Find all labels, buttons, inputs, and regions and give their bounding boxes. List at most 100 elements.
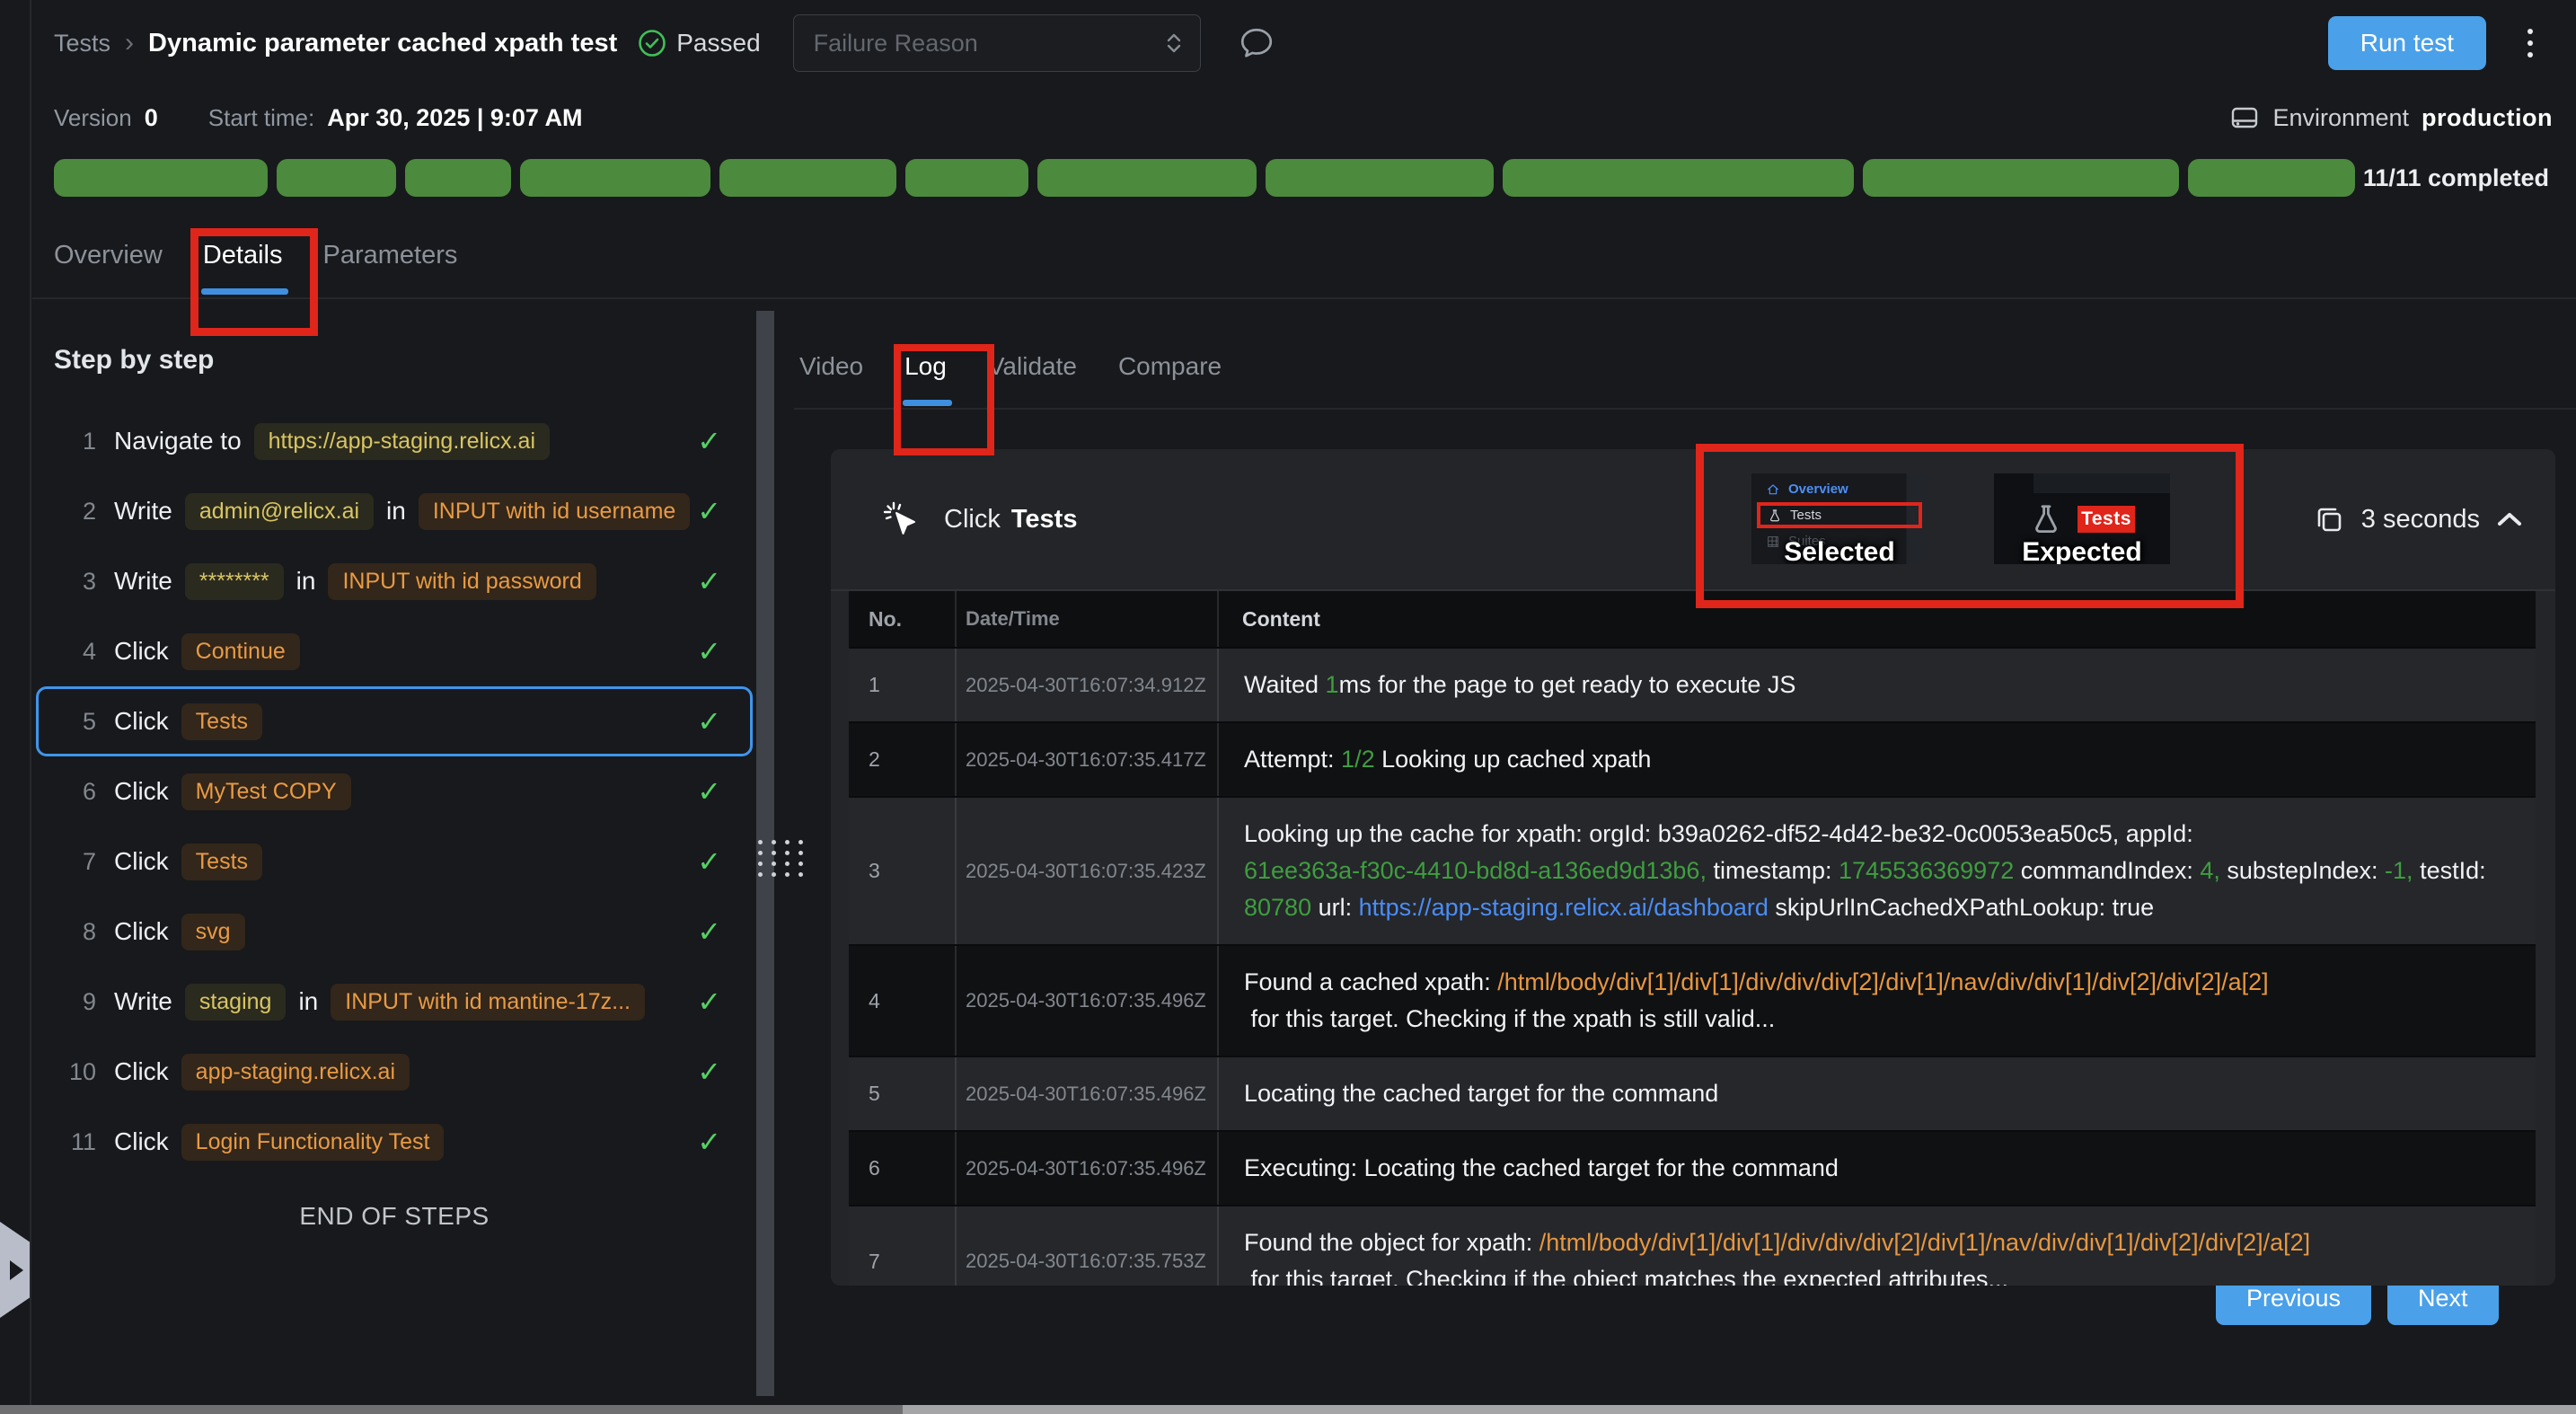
expected-thumbnail[interactable]: Tests Expected — [1994, 473, 2170, 564]
log-table-body: 12025-04-30T16:07:34.912ZWaited 1ms for … — [849, 649, 2536, 1286]
step-target-chip: MyTest COPY — [181, 773, 351, 810]
log-row-content: Looking up the cache for xpath: orgId: b… — [1219, 798, 2536, 944]
log-text: timestamp: — [1707, 853, 1839, 889]
grip-dot — [798, 840, 803, 844]
check-circle-icon — [637, 28, 667, 58]
step-number: 10 — [57, 1058, 96, 1086]
step-row-3[interactable]: 3Write********inINPUT with id password✓ — [36, 546, 753, 616]
log-tabs-divider — [794, 408, 2576, 410]
log-table-header: No. Date/Time Content — [849, 591, 2536, 649]
log-card: Click Tests 3 seconds No. Date/Time Cont… — [831, 449, 2555, 1286]
tab-log[interactable]: Log — [904, 352, 947, 410]
step-row-4[interactable]: 4ClickContinue✓ — [36, 616, 753, 686]
progress-segment-6[interactable] — [905, 159, 1028, 197]
progress-segment-11[interactable] — [2188, 159, 2355, 197]
log-row-time: 2025-04-30T16:07:35.753Z — [957, 1206, 1219, 1286]
duration-label: 3 seconds — [2361, 505, 2480, 535]
horizontal-scrollbar-thumb[interactable] — [0, 1405, 903, 1414]
step-number: 8 — [57, 918, 96, 946]
thumb-menu-label: Overview — [1788, 482, 1848, 497]
log-text: -1, — [2385, 853, 2413, 889]
log-text: skipUrlInCachedXPathLookup: true — [1769, 889, 2154, 926]
tab-parameters[interactable]: Parameters — [323, 241, 458, 298]
step-value-chip: staging — [185, 984, 287, 1021]
environment-icon — [2229, 104, 2260, 131]
step-target-chip: Tests — [181, 703, 262, 740]
progress-segment-7[interactable] — [1037, 159, 1257, 197]
step-check-icon: ✓ — [697, 564, 721, 598]
comment-button[interactable] — [1239, 26, 1275, 60]
selected-thumbnail[interactable]: OverviewTestsSuites Selected — [1751, 473, 1928, 564]
top-bar: Tests › Dynamic parameter cached xpath t… — [32, 0, 2576, 86]
more-options-button[interactable] — [2522, 23, 2538, 63]
step-value-chip: https://app-staging.relicx.ai — [254, 423, 550, 460]
progress-segment-8[interactable] — [1266, 159, 1494, 197]
grip-dot — [758, 872, 763, 877]
step-row-9[interactable]: 9WritestaginginINPUT with id mantine-17z… — [36, 967, 753, 1037]
grip-dot — [798, 872, 803, 877]
expected-label: Expected — [1994, 537, 2170, 564]
step-target-chip: Tests — [181, 844, 262, 880]
log-text: Attempt: — [1244, 741, 1341, 778]
step-action: Click — [114, 1057, 169, 1086]
tab-details[interactable]: Details — [203, 241, 283, 298]
progress-segment-9[interactable] — [1503, 159, 1854, 197]
step-row-1[interactable]: 1Navigate tohttps://app-staging.relicx.a… — [36, 406, 753, 476]
step-row-10[interactable]: 10Clickapp-staging.relicx.ai✓ — [36, 1037, 753, 1107]
breadcrumb-tests-link[interactable]: Tests — [54, 30, 110, 57]
log-row-3: 32025-04-30T16:07:35.423ZLooking up the … — [849, 798, 2536, 946]
step-row-6[interactable]: 6ClickMyTest COPY✓ — [36, 756, 753, 826]
log-text: testId: — [2413, 853, 2493, 889]
log-row-number: 2 — [849, 723, 957, 796]
run-test-button[interactable]: Run test — [2328, 16, 2486, 70]
log-row-number: 7 — [849, 1206, 957, 1286]
progress-segment-10[interactable] — [1863, 159, 2179, 197]
steps-panel: Step by step 1Navigate tohttps://app-sta… — [32, 307, 756, 1231]
log-text: 1 — [1326, 667, 1339, 703]
failure-reason-select[interactable]: Failure Reason — [793, 14, 1201, 72]
step-target-chip: Login Functionality Test — [181, 1124, 445, 1161]
tab-video[interactable]: Video — [799, 352, 863, 410]
log-url-link[interactable]: https://app-staging.relicx.ai/dashboard — [1359, 889, 1769, 926]
progress-segment-3[interactable] — [405, 159, 510, 197]
collapse-chevron-icon[interactable] — [2496, 510, 2523, 528]
step-row-7[interactable]: 7ClickTests✓ — [36, 826, 753, 897]
grip-dot — [772, 851, 776, 855]
step-check-icon: ✓ — [697, 1125, 721, 1159]
progress-segment-2[interactable] — [277, 159, 396, 197]
horizontal-scrollbar-track[interactable] — [903, 1405, 2576, 1414]
panel-resize-handle[interactable] — [757, 835, 804, 880]
grip-dot — [772, 840, 776, 844]
step-number: 5 — [57, 708, 96, 736]
chat-bubble-icon — [1239, 26, 1275, 60]
tab-compare[interactable]: Compare — [1118, 352, 1222, 410]
step-check-icon: ✓ — [697, 985, 721, 1019]
step-row-11[interactable]: 11ClickLogin Functionality Test✓ — [36, 1107, 753, 1177]
start-time-label: Start time: — [208, 104, 314, 132]
progress-segment-5[interactable] — [719, 159, 896, 197]
step-connector: in — [386, 497, 406, 526]
progress-segment-4[interactable] — [520, 159, 710, 197]
log-row-4: 42025-04-30T16:07:35.496ZFound a cached … — [849, 946, 2536, 1057]
expected-thumbnail-row: Tests — [1994, 502, 2170, 536]
tab-overview[interactable]: Overview — [54, 241, 163, 298]
expected-thumbnail-topbar — [2033, 473, 2170, 493]
page-title: Dynamic parameter cached xpath test — [148, 29, 617, 58]
col-content: Content — [1219, 591, 2536, 647]
copy-icon[interactable] — [2313, 503, 2345, 535]
version-label: Version — [54, 104, 132, 132]
log-command: Click Tests — [944, 505, 1077, 535]
step-row-2[interactable]: 2Writeadmin@relicx.aiinINPUT with id use… — [36, 476, 753, 546]
log-text: substepIndex: — [2220, 853, 2385, 889]
progress-segment-1[interactable] — [54, 159, 268, 197]
step-row-5[interactable]: 5ClickTests✓ — [36, 686, 753, 756]
log-text: 4, — [2200, 853, 2220, 889]
log-text: 80780 — [1244, 889, 1311, 926]
tab-validate[interactable]: Validate — [988, 352, 1077, 410]
log-row-2: 22025-04-30T16:07:35.417ZAttempt: 1/2 Lo… — [849, 723, 2536, 798]
step-row-8[interactable]: 8Clicksvg✓ — [36, 897, 753, 967]
log-text: Found a cached xpath: — [1244, 964, 1497, 1001]
log-row-time: 2025-04-30T16:07:34.912Z — [957, 649, 1219, 721]
col-datetime: Date/Time — [957, 591, 1219, 647]
step-number: 2 — [57, 498, 96, 526]
